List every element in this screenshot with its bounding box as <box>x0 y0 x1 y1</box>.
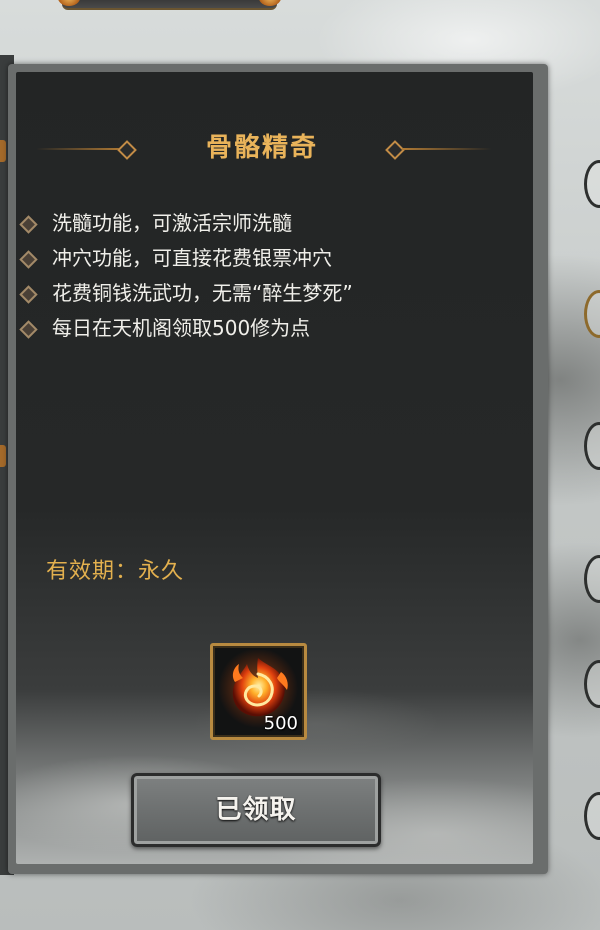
feature-item: 花费铜钱洗武功，无需“醉生梦死” <box>14 276 514 311</box>
panel-content-area <box>16 72 533 864</box>
reward-item-slot[interactable]: 500 <box>210 643 307 740</box>
right-side-tabs <box>584 160 600 860</box>
feature-item: 每日在天机阁领取500修为点 <box>14 311 514 346</box>
feature-text: 冲穴功能，可直接花费银票冲穴 <box>52 246 332 270</box>
feature-text: 洗髓功能，可激活宗师洗髓 <box>52 211 292 235</box>
side-tab-ring[interactable] <box>584 792 600 840</box>
diamond-bullet-icon <box>19 320 38 339</box>
side-tab-ring[interactable] <box>584 555 600 603</box>
validity-period: 有效期：永久 <box>46 559 185 584</box>
title-divider-left <box>36 148 122 150</box>
card-title-row: 骨骼精奇 <box>0 118 540 178</box>
diamond-bullet-icon <box>19 250 38 269</box>
diamond-bullet-icon <box>19 285 38 304</box>
side-tab-ring[interactable] <box>584 160 600 208</box>
privilege-card-panel <box>8 64 548 874</box>
card-title: 骨骼精奇 <box>205 133 318 163</box>
left-edge-tab <box>0 445 6 467</box>
side-tab-ring[interactable] <box>584 290 600 338</box>
header-ornament-left <box>58 0 80 6</box>
diamond-ornament-icon <box>385 140 405 160</box>
feature-item: 洗髓功能，可激活宗师洗髓 <box>14 206 514 241</box>
diamond-ornament-icon <box>117 140 137 160</box>
feature-text: 花费铜钱洗武功，无需“醉生梦死” <box>52 281 353 305</box>
diamond-bullet-icon <box>19 215 38 234</box>
feature-item: 冲穴功能，可直接花费银票冲穴 <box>14 241 514 276</box>
side-tab-ring[interactable] <box>584 422 600 470</box>
title-divider-right <box>402 148 492 150</box>
top-header-bar <box>58 0 281 10</box>
side-tab-ring[interactable] <box>584 660 600 708</box>
reward-count: 500 <box>263 713 298 734</box>
feature-list: 洗髓功能，可激活宗师洗髓 冲穴功能，可直接花费银票冲穴 花费铜钱洗武功，无需“醉… <box>14 206 514 346</box>
feature-text: 每日在天机阁领取500修为点 <box>52 316 311 340</box>
claimed-button[interactable]: 已领取 <box>131 773 381 847</box>
